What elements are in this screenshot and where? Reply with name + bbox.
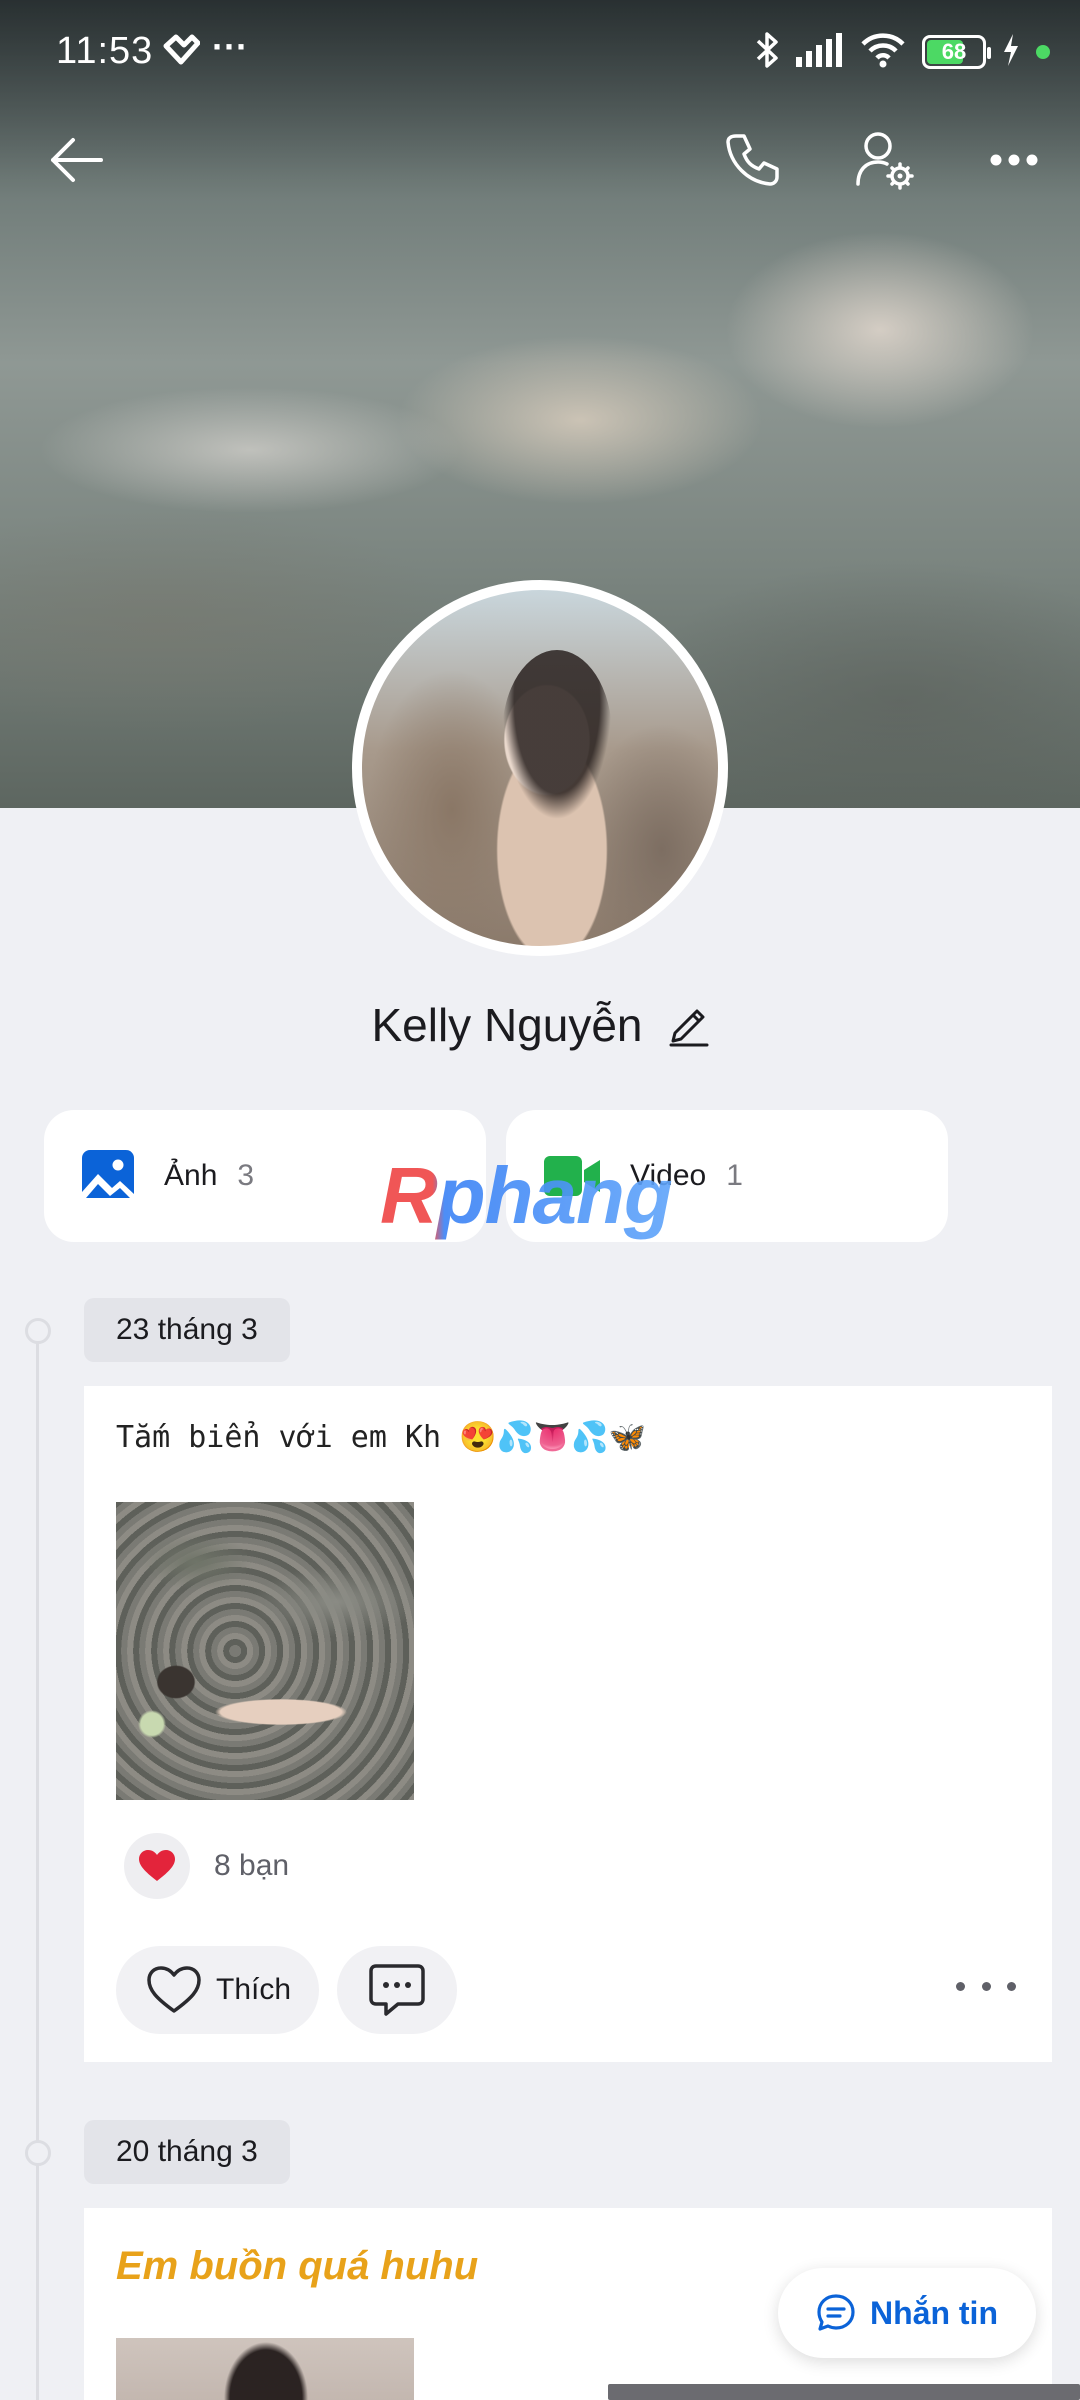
more-horizontal-icon — [990, 154, 1038, 166]
timeline-dot — [25, 1318, 51, 1344]
profile-name-row: Kelly Nguyễn — [0, 995, 1080, 1055]
heart-icon — [124, 1833, 190, 1899]
status-time: 11:53 — [56, 30, 154, 72]
reaction-summary[interactable]: 8 bạn — [124, 1832, 289, 1900]
dot — [956, 1981, 965, 1991]
back-button[interactable] — [36, 120, 116, 200]
message-button[interactable]: Nhắn tin — [778, 2268, 1036, 2358]
post-more-button[interactable] — [956, 1966, 1016, 2006]
post-actions: Thích — [116, 1946, 458, 2034]
like-button[interactable]: Thích — [116, 1946, 320, 2034]
profile-name: Kelly Nguyễn — [371, 999, 643, 1051]
arrow-left-icon — [51, 138, 103, 182]
health-icon — [162, 34, 201, 77]
timeline-dot — [25, 2140, 51, 2166]
post-text: Em buồn quá huhu — [116, 2244, 479, 2288]
videos-count: 1 — [726, 1159, 743, 1192]
bluetooth-icon — [754, 31, 780, 74]
status-more-icon: ··· — [212, 26, 248, 67]
timeline-line — [36, 1330, 39, 2400]
system-nav-bar — [608, 2384, 1080, 2400]
post-photo[interactable] — [116, 1502, 414, 1800]
charging-icon — [1002, 33, 1020, 72]
battery-indicator: 68 — [922, 35, 991, 69]
signal-icon — [796, 32, 844, 72]
more-options-button[interactable] — [974, 120, 1054, 200]
photos-count: 3 — [237, 1159, 255, 1192]
top-navigation — [0, 120, 1080, 200]
like-label: Thích — [216, 1973, 292, 2006]
photos-label: Ảnh — [164, 1159, 218, 1192]
dot — [981, 1981, 991, 1991]
chat-bubble-icon — [817, 2294, 855, 2331]
reaction-count: 8 bạn — [214, 1849, 290, 1882]
profile-settings-button[interactable] — [844, 120, 924, 200]
call-button[interactable] — [712, 120, 792, 200]
comment-button[interactable] — [337, 1946, 458, 2034]
post-photo[interactable] — [116, 2338, 414, 2400]
message-label: Nhắn tin — [870, 2294, 998, 2331]
phone-icon — [726, 134, 779, 186]
heart-outline-icon — [147, 1966, 201, 2013]
date-chip: 23 tháng 3 — [84, 1298, 290, 1362]
status-indicators: 68 — [754, 30, 1050, 74]
pencil-icon[interactable] — [669, 1003, 709, 1047]
privacy-indicator-dot — [1036, 45, 1050, 59]
dot — [1007, 1981, 1016, 1991]
post-text: Tắm biển với em Kh 😍💦👅💦🦋 — [116, 1420, 646, 1455]
status-bar: 11:53 ··· 68 — [0, 0, 1080, 110]
wifi-icon — [860, 32, 906, 73]
post-card: Tắm biển với em Kh 😍💦👅💦🦋 8 bạn Thích — [84, 1386, 1052, 2062]
comment-icon — [369, 1964, 425, 2016]
watermark-logo: Rphang — [380, 1151, 673, 1240]
user-settings-icon — [856, 132, 914, 190]
date-chip: 20 tháng 3 — [84, 2120, 290, 2184]
profile-avatar[interactable] — [352, 580, 728, 956]
image-icon — [82, 1150, 134, 1202]
